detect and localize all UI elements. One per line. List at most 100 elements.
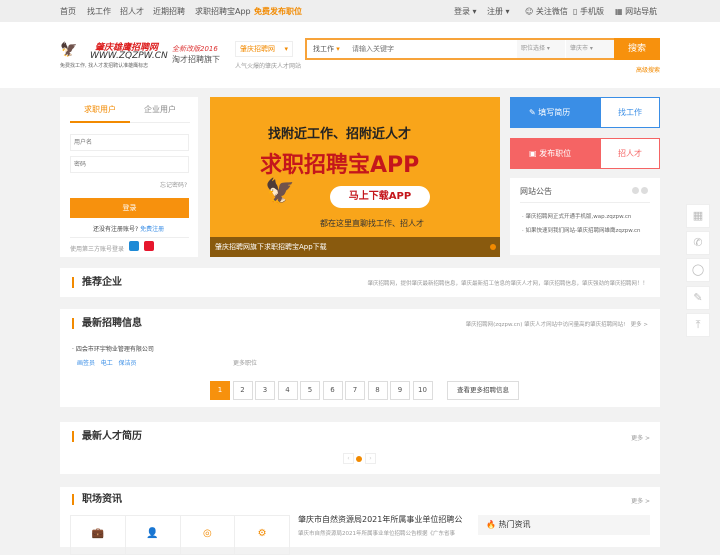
fire-icon: 🔥 [486,520,496,529]
download-app-button[interactable]: 马上下载APP [330,186,430,208]
wechat-icon: ☺ [525,7,534,16]
search-bar: 找工作 ▾ 职位选择 ▾ 肇庆市 ▾ 搜索 [305,38,660,60]
nav-find-talent[interactable]: 招人才 [120,6,144,17]
more-link[interactable]: 更多 > [631,322,648,328]
notice-item[interactable]: · 如果快速到我们网站-肇庆招聘网雄鹰zqzpw.cn [522,226,641,234]
weibo-login-icon[interactable] [144,241,154,251]
sitenav-link[interactable]: ▦ 网站导航 [615,6,657,17]
prev-button[interactable]: ‹ [343,453,354,464]
logo[interactable]: 🦅 肇庆雄鹰招聘网 WWW.ZQZPW.CN 免费找工作, 找人才发招聘认准雄鹰… [60,40,170,70]
site-select[interactable]: 肇庆招聘网 ▾ [235,41,293,57]
advanced-search-link[interactable]: 高级搜索 [636,65,660,74]
section-title: 最新人才简历 [72,431,142,442]
banner-caption: 肇庆招聘网旗下求职招聘宝App下载 [210,237,500,257]
back-to-top-icon[interactable]: ⤒ [686,313,710,337]
resumes-section: 最新人才简历 更多 > ‹ › [60,422,660,474]
tab-jobseeker[interactable]: 求职用户 [70,97,130,123]
news-section: 职场资讯 更多 > 💼 👤 ◎ ⚙ 肇庆市自然资源局2021年所属事业单位招聘公… [60,487,660,555]
more-jobs-link[interactable]: 更多职位 [233,358,257,367]
forgot-password-link[interactable]: 忘记密码? [160,180,187,189]
news-headline[interactable]: 肇庆市自然资源局2021年所属事业单位招聘公 [298,514,462,525]
header: 🦅 肇庆雄鹰招聘网 WWW.ZQZPW.CN 免费找工作, 找人才发招聘认准雄鹰… [0,22,720,88]
nav-post-job[interactable]: 免费发布职位 [254,6,302,17]
gear-icon[interactable]: ⚙ [235,516,289,554]
phone-icon: ▯ [573,7,578,16]
carousel-dot[interactable] [490,244,496,250]
page-button[interactable]: 4 [277,381,298,400]
post-job-action[interactable]: ▣ 发布职位 招人才 [510,138,660,169]
register-link[interactable]: 注册 ▾ [487,6,510,17]
top-bar: 首页 找工作 招人才 近期招聘 求职招聘宝App 免费发布职位 登录 ▾ 注册 … [0,0,720,22]
page-button[interactable]: 10 [412,381,433,400]
city-select[interactable]: 肇庆市 ▾ [566,40,614,58]
more-link[interactable]: 更多 > [631,496,650,505]
site-sub: 人气火爆的肇庆人才网站 [235,63,302,70]
hot-news-header: 🔥 热门资讯 [478,515,650,535]
logo-slogan: 免费找工作, 找人才发招聘认准雄鹰标志 [60,63,149,69]
free-register-link[interactable]: 免费注册 [140,226,164,233]
notice-title: 网站公告 [520,187,552,196]
edit-icon: ✎ [529,108,536,117]
page-button[interactable]: 3 [255,381,275,400]
next-icon[interactable] [641,187,648,194]
page-button[interactable]: 6 [322,381,343,400]
login-link[interactable]: 登录 ▾ [454,6,477,17]
banner-title: 求职招聘宝APP [260,153,420,178]
section-title: 职场资讯 [72,494,122,505]
app-banner[interactable]: 找附近工作、招附近人才 求职招聘宝APP 🦅 马上下载APP 都在这里直聊找工作… [210,97,500,257]
resume-action[interactable]: ✎ 填写简历 找工作 [510,97,660,128]
prev-icon[interactable] [632,187,639,194]
nav-app[interactable]: 求职招聘宝App [195,6,251,17]
logo-url: WWW.ZQZPW.CN [90,51,168,61]
search-button[interactable]: 搜索 [614,38,660,60]
login-button[interactable]: 登录 [70,198,189,218]
view-more-jobs-button[interactable]: 查看更多招聘信息 [447,381,519,400]
person-icon[interactable]: 👤 [126,516,181,554]
nav-home[interactable]: 首页 [60,6,76,17]
notice-item[interactable]: · 肇庆招聘网正式开通手机版,wap.zqzpw.cn [522,212,631,220]
briefcase-icon[interactable]: 💼 [71,516,126,554]
qrcode-icon[interactable]: ▦ [686,204,710,228]
news-summary: 肇庆市自然资源局2021年所属事业单位招聘公告根据《广东省事 [298,531,455,537]
job-link[interactable]: 画签员 [77,360,95,367]
username-input[interactable] [70,134,189,151]
nav-recent[interactable]: 近期招聘 [153,6,185,17]
compass-icon[interactable]: ◎ [181,516,236,554]
section-desc: 肇庆招聘网，提供肇庆最新招聘信息，肇庆最新招工信息的肇庆人才网，肇庆招聘信息，肇… [367,281,648,287]
phone-call-icon[interactable]: ✆ [686,231,710,255]
eagle-mascot-icon: 🦅 [265,177,295,205]
page-button[interactable]: 9 [390,381,410,400]
page-button[interactable]: 5 [300,381,320,400]
mobile-link[interactable]: ▯ 手机版 [573,6,604,17]
page-button[interactable]: 2 [232,381,253,400]
find-talent-label: 招人才 [618,149,642,158]
find-job-label: 找工作 [618,108,642,117]
page-button[interactable]: 1 [210,381,230,400]
search-input[interactable] [352,42,512,56]
page-button[interactable]: 7 [345,381,365,400]
tab-employer[interactable]: 企业用户 [130,97,190,123]
recommend-section: 推荐企业 肇庆招聘网，提供肇庆最新招聘信息，肇庆最新招工信息的肇庆人才网，肇庆招… [60,268,660,297]
login-box: 求职用户 企业用户 忘记密码? 登录 还没有注册账号? 免费注册 使用第三方账号… [60,97,198,257]
page-button[interactable]: 8 [367,381,388,400]
job-link[interactable]: 电工 [101,360,113,367]
more-link[interactable]: 更多 > [631,433,650,442]
wechat-link[interactable]: ☺ 关注微信 [525,6,568,17]
news-category-grid: 💼 👤 ◎ ⚙ [70,515,290,555]
qq-login-icon[interactable] [129,241,139,251]
section-title: 最新招聘信息 [72,318,142,329]
eagle-logo-icon: 🦅 [60,42,78,58]
search-type-select[interactable]: 找工作 ▾ [313,44,340,54]
job-category-select[interactable]: 职位选择 ▾ [517,40,565,58]
qq-icon[interactable]: ◯ [686,258,710,282]
nav-find-job[interactable]: 找工作 [87,6,111,17]
id-card-icon: ▣ [529,149,537,158]
feedback-icon[interactable]: ✎ [686,286,710,310]
banner-line3: 都在这里直聊找工作、招人才 [320,219,424,228]
carousel-dot[interactable] [356,456,362,462]
notice-box: 网站公告 · 肇庆招聘网正式开通手机版,wap.zqzpw.cn · 如果快速到… [510,178,660,255]
job-link[interactable]: 保洁员 [119,360,137,367]
next-button[interactable]: › [365,453,376,464]
company-link[interactable]: · 四会市环宇物业管理有限公司 [72,344,154,353]
password-input[interactable] [70,156,189,173]
